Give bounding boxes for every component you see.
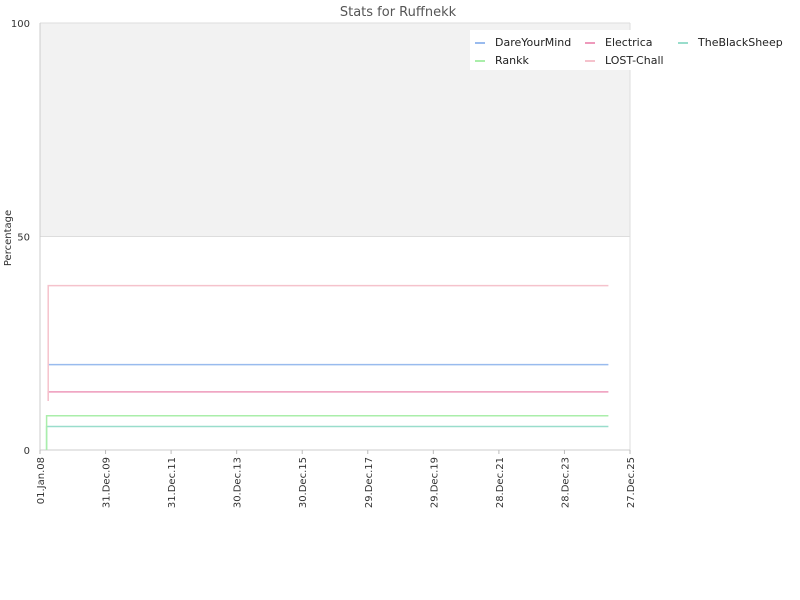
- stats-chart: 0 50 100 01.Jan.08 31.Dec.09 31.Dec.11 30.Dec.…: [3, 5, 783, 508]
- legend-label: Rankk: [495, 54, 529, 67]
- legend-label: TheBlackSheep: [697, 36, 783, 49]
- x-tick-label: 28.Dec.21: [495, 457, 506, 508]
- x-tick-label: 28.Dec.23: [560, 457, 571, 508]
- chart-title: Stats for Ruffnekk: [340, 5, 457, 20]
- x-tick-label: 31.Dec.09: [102, 457, 113, 508]
- legend-label: Electrica: [605, 36, 653, 49]
- y-tick-label: 100: [11, 19, 30, 30]
- legend-label: LOST-Chall: [605, 54, 664, 67]
- x-tick-label: 01.Jan.08: [36, 457, 47, 504]
- x-tick-label: 29.Dec.19: [429, 457, 440, 508]
- y-tick-label: 50: [17, 233, 30, 244]
- x-tick-label: 29.Dec.17: [364, 457, 375, 508]
- legend: DareYourMind Electrica TheBlackSheep Rankk L…: [470, 30, 783, 70]
- background-band-1: [40, 236, 630, 450]
- x-tick-label: 30.Dec.15: [298, 457, 309, 508]
- x-tick-label: 27.Dec.25: [626, 457, 637, 508]
- y-tick-label: 0: [24, 446, 30, 457]
- y-axis-label: Percentage: [3, 210, 14, 266]
- x-tick-label: 31.Dec.11: [167, 457, 178, 508]
- legend-label: DareYourMind: [495, 36, 571, 49]
- x-tick-label: 30.Dec.13: [233, 457, 244, 508]
